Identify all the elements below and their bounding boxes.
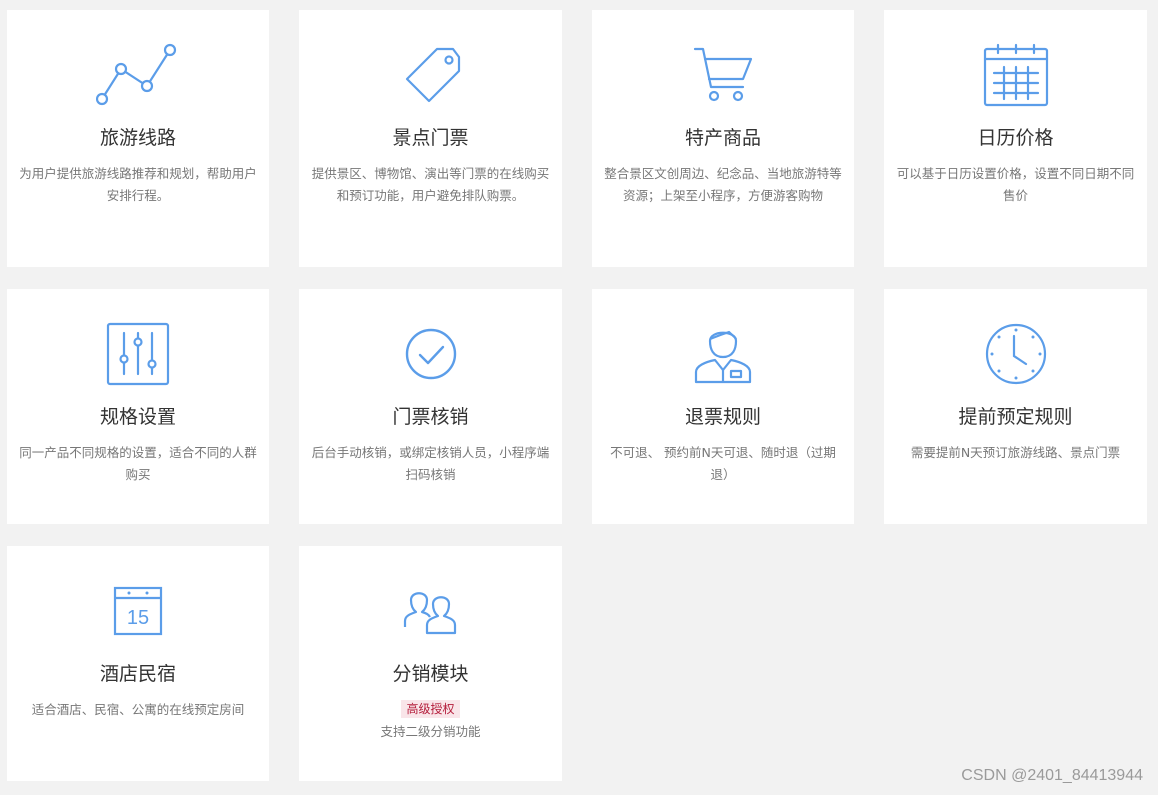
feature-title: 规格设置 (99, 406, 176, 428)
calendar-15-icon: 15 (7, 574, 269, 648)
calendar-grid-icon (884, 38, 1147, 112)
feature-description: 整合景区文创周边、纪念品、当地旅游特等资源；上架至小程序，方便游客购物 (604, 166, 842, 203)
shopping-cart-icon (592, 38, 854, 112)
sliders-icon (7, 317, 269, 391)
line-chart-icon (7, 38, 269, 112)
feature-title: 景点门票 (392, 127, 469, 149)
feature-description: 为用户提供旅游线路推荐和规划，帮助用户安排行程。 (19, 166, 257, 203)
users-icon (299, 574, 562, 648)
feature-description: 高级授权 支持二级分销功能 (310, 698, 551, 743)
feature-title: 门票核销 (392, 406, 469, 428)
feature-description: 需要提前N天预订旅游线路、景点门票 (910, 445, 1121, 460)
feature-title: 酒店民宿 (99, 663, 176, 685)
feature-card-hotel-homestay[interactable]: 15 酒店民宿 适合酒店、民宿、公寓的在线预定房间 (7, 546, 269, 781)
feature-title: 特产商品 (684, 127, 761, 149)
feature-title: 日历价格 (977, 127, 1054, 149)
feature-description: 可以基于日历设置价格，设置不同日期不同售价 (896, 166, 1135, 203)
feature-title: 分销模块 (392, 663, 469, 685)
premium-license-badge: 高级授权 (401, 700, 460, 718)
watermark: CSDN @2401_84413944 (961, 767, 1143, 784)
feature-description: 后台手动核销，或绑定核销人员，小程序端扫码核销 (311, 445, 550, 482)
calendar-day-number: 15 (127, 607, 149, 629)
feature-card-advance-booking-rules[interactable]: 提前预定规则 需要提前N天预订旅游线路、景点门票 (884, 289, 1147, 524)
tag-icon (299, 38, 562, 112)
feature-card-scenic-tickets[interactable]: 景点门票 提供景区、博物馆、演出等门票的在线购买和预订功能，用户避免排队购票。 (299, 10, 562, 267)
feature-card-ticket-verification[interactable]: 门票核销 后台手动核销，或绑定核销人员，小程序端扫码核销 (299, 289, 562, 524)
feature-title: 提前预定规则 (958, 406, 1073, 428)
feature-description: 不可退、 预约前N天可退、随时退（过期退） (610, 445, 836, 482)
check-circle-icon (299, 317, 562, 391)
feature-card-calendar-price[interactable]: 日历价格 可以基于日历设置价格，设置不同日期不同售价 (884, 10, 1147, 267)
feature-card-refund-rules[interactable]: 退票规则 不可退、 预约前N天可退、随时退（过期退） (592, 289, 854, 524)
feature-title: 旅游线路 (99, 127, 176, 149)
feature-card-travel-route[interactable]: 旅游线路 为用户提供旅游线路推荐和规划，帮助用户安排行程。 (7, 10, 269, 267)
clock-icon (884, 317, 1147, 391)
agent-person-icon (592, 317, 854, 391)
feature-description-text: 支持二级分销功能 (380, 724, 481, 739)
feature-card-spec-settings[interactable]: 规格设置 同一产品不同规格的设置，适合不同的人群购买 (7, 289, 269, 524)
feature-title: 退票规则 (684, 406, 761, 428)
feature-description: 同一产品不同规格的设置，适合不同的人群购买 (19, 445, 257, 482)
feature-card-distribution-module[interactable]: 分销模块 高级授权 支持二级分销功能 (299, 546, 562, 781)
feature-description: 提供景区、博物馆、演出等门票的在线购买和预订功能，用户避免排队购票。 (311, 166, 550, 203)
feature-card-specialty-goods[interactable]: 特产商品 整合景区文创周边、纪念品、当地旅游特等资源；上架至小程序，方便游客购物 (592, 10, 854, 267)
feature-description: 适合酒店、民宿、公寓的在线预定房间 (31, 702, 245, 717)
